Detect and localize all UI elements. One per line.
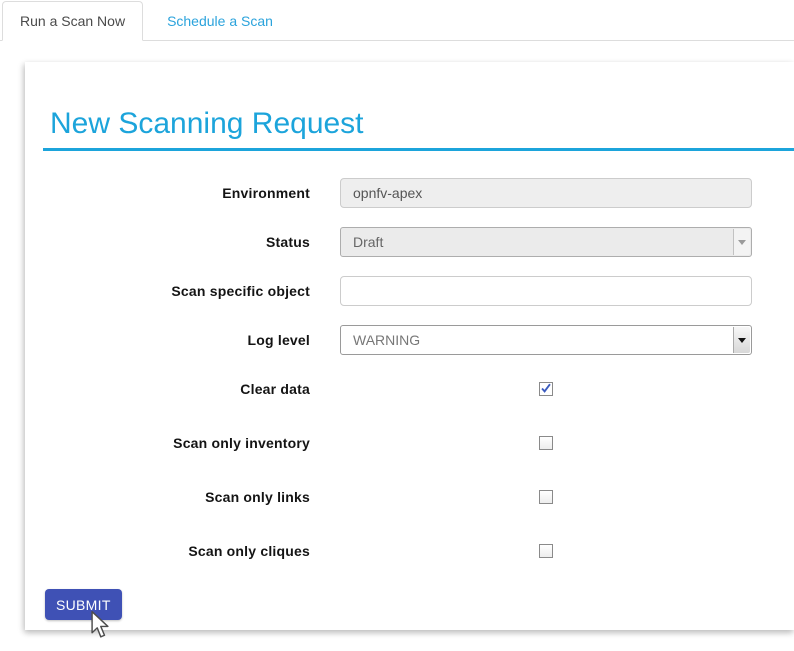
- status-select-arrow-button: [733, 229, 750, 255]
- tab-schedule-a-scan[interactable]: Schedule a Scan: [149, 2, 291, 40]
- scan-request-panel: New Scanning Request Environment Status …: [25, 62, 794, 630]
- caret-down-icon: [738, 338, 746, 343]
- checkmark-icon: [540, 382, 552, 395]
- form-row-environment: Environment: [25, 178, 794, 208]
- form-row-scan-specific-object: Scan specific object: [25, 276, 794, 306]
- tab-run-a-scan-now[interactable]: Run a Scan Now: [2, 1, 143, 41]
- environment-input[interactable]: [340, 178, 752, 208]
- scan-specific-object-label: Scan specific object: [25, 283, 310, 299]
- form-row-scan-only-cliques: Scan only cliques: [25, 536, 794, 566]
- tab-bar: Run a Scan Now Schedule a Scan: [0, 0, 794, 41]
- scan-only-cliques-checkbox[interactable]: [539, 544, 553, 558]
- form-row-log-level: Log level WARNING: [25, 325, 794, 355]
- status-selected-value: Draft: [353, 234, 383, 250]
- log-level-select-arrow-button[interactable]: [733, 327, 750, 353]
- form-row-scan-only-inventory: Scan only inventory: [25, 428, 794, 458]
- form-row-scan-only-links: Scan only links: [25, 482, 794, 512]
- scan-request-form: Environment Status Draft Scan specific o…: [25, 178, 794, 566]
- scan-only-inventory-label: Scan only inventory: [25, 435, 310, 451]
- scan-only-links-label: Scan only links: [25, 489, 310, 505]
- scan-only-links-checkbox[interactable]: [539, 490, 553, 504]
- clear-data-label: Clear data: [25, 381, 310, 397]
- clear-data-checkbox[interactable]: [539, 382, 553, 396]
- status-select[interactable]: Draft: [340, 227, 752, 257]
- caret-down-icon: [738, 240, 746, 245]
- scan-only-inventory-checkbox[interactable]: [539, 436, 553, 450]
- submit-button[interactable]: SUBMIT: [45, 589, 122, 620]
- scan-only-cliques-label: Scan only cliques: [25, 543, 310, 559]
- form-row-status: Status Draft: [25, 227, 794, 257]
- status-label: Status: [25, 234, 310, 250]
- log-level-select[interactable]: WARNING: [340, 325, 752, 355]
- log-level-label: Log level: [25, 332, 310, 348]
- environment-label: Environment: [25, 185, 310, 201]
- page-title: New Scanning Request: [43, 106, 794, 142]
- form-row-clear-data: Clear data: [25, 374, 794, 404]
- scan-specific-object-input[interactable]: [340, 276, 752, 306]
- log-level-selected-value: WARNING: [353, 332, 420, 348]
- title-underline: [43, 148, 794, 151]
